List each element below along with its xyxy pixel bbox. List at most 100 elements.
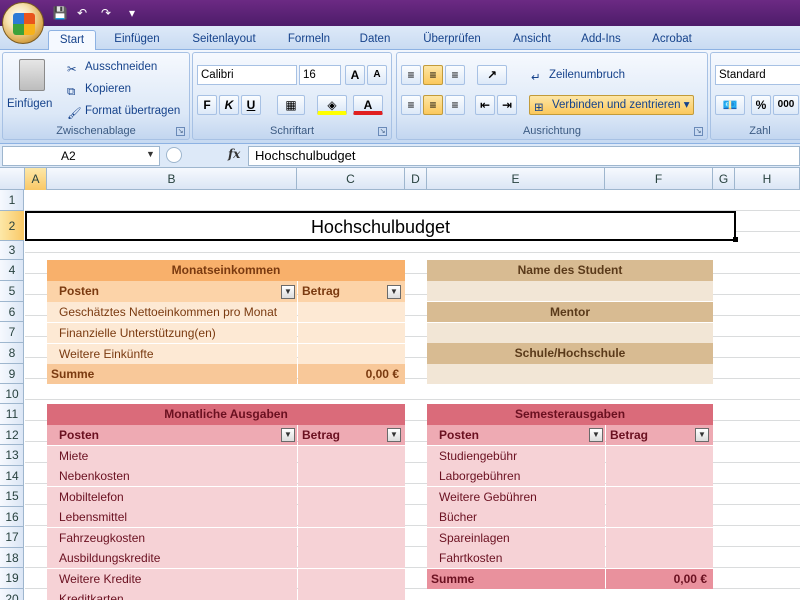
font-name-select[interactable]: Calibri [197,65,297,85]
monthly-col-item[interactable]: Posten [47,425,297,445]
income-amount[interactable] [298,302,405,322]
income-total-value[interactable]: 0,00 € [298,364,405,384]
column-header-h[interactable]: H [735,168,800,190]
paste-button[interactable]: Einfügen [7,95,52,113]
row-header[interactable]: 13 [0,445,24,466]
monthly-item[interactable]: Kreditkarten [47,589,297,600]
monthly-amount[interactable] [298,446,405,466]
income-item[interactable]: Weitere Einkünfte [47,344,297,364]
row-header[interactable]: 18 [0,548,24,568]
monthly-amount[interactable] [298,466,405,486]
fill-handle[interactable] [733,237,738,242]
column-header-g[interactable]: G [713,168,735,190]
income-total-label[interactable]: Summe [47,364,297,384]
merge-center-button[interactable]: ⊞ Verbinden und zentrieren ▾ [529,95,695,115]
semester-item[interactable]: Bücher [427,507,605,527]
row-header[interactable]: 17 [0,527,24,548]
row-header[interactable]: 19 [0,568,24,589]
office-button[interactable] [2,2,44,44]
filter-dropdown-icon[interactable]: ▼ [695,428,709,442]
tab-formeln[interactable]: Formeln [280,30,338,50]
row-header[interactable]: 12 [0,425,24,445]
cut-button[interactable]: ✂ Ausschneiden [67,58,157,76]
row-header[interactable]: 8 [0,343,24,364]
filter-dropdown-icon[interactable]: ▼ [281,285,295,299]
column-header-b[interactable]: B [47,168,297,190]
monthly-amount[interactable] [298,548,405,568]
income-col-item[interactable]: Posten [47,281,297,302]
name-box-dropdown-icon[interactable]: ▼ [146,149,155,159]
semester-item[interactable]: Fahrtkosten [427,548,605,568]
filter-dropdown-icon[interactable]: ▼ [589,428,603,442]
row-header[interactable]: 15 [0,486,24,507]
format-painter-button[interactable]: 🖌 Format übertragen [67,102,180,120]
row-header[interactable]: 11 [0,404,24,425]
monthly-item[interactable]: Miete [47,446,297,466]
semester-item[interactable]: Laborgebühren [427,466,605,486]
row-header[interactable]: 2 [0,211,24,241]
font-size-select[interactable]: 16 [299,65,341,85]
wrap-text-button[interactable]: ↵ Zeilenumbruch [531,66,625,84]
align-middle-button[interactable]: ≡ [423,65,443,85]
income-item[interactable]: Geschätztes Nettoeinkommen pro Monat [47,302,297,322]
semester-amount[interactable] [606,507,713,527]
income-header[interactable]: Monatseinkommen [47,260,405,281]
align-left-button[interactable]: ≡ [401,95,421,115]
worksheet-grid[interactable]: Hochschulbudget Monatseinkommen Posten ▼… [25,190,800,600]
row-header[interactable]: 14 [0,466,24,486]
tab-add-ins[interactable]: Add-Ins [574,30,628,50]
customize-dropdown-icon[interactable]: ▾ [124,5,140,21]
grow-font-button[interactable]: A [345,65,365,85]
tab-acrobat[interactable]: Acrobat [642,30,702,50]
align-top-button[interactable]: ≡ [401,65,421,85]
thousands-button[interactable]: 000 [773,95,799,115]
filter-dropdown-icon[interactable]: ▼ [387,285,401,299]
insert-function-button[interactable]: fx [228,147,240,161]
semester-header[interactable]: Semesterausgaben [427,404,713,425]
semester-amount[interactable] [606,466,713,486]
underline-button[interactable]: U [241,95,261,115]
monthly-amount[interactable] [298,569,405,589]
income-amount[interactable] [298,323,405,343]
borders-button[interactable]: ▦ [277,95,305,115]
sheet-title-cell[interactable]: Hochschulbudget [25,211,736,241]
semester-item[interactable]: Spareinlagen [427,528,605,548]
row-header[interactable]: 5 [0,281,24,302]
fill-color-button[interactable]: ◈ [317,95,347,115]
column-header-d[interactable]: D [405,168,427,190]
row-header[interactable]: 3 [0,241,24,260]
monthly-header[interactable]: Monatliche Ausgaben [47,404,405,425]
filter-dropdown-icon[interactable]: ▼ [387,428,401,442]
income-item[interactable]: Finanzielle Unterstützung(en) [47,323,297,343]
semester-total-label[interactable]: Summe [427,569,605,589]
undo-icon[interactable]: ↶ [74,5,90,21]
student-name-field[interactable] [427,281,713,301]
italic-button[interactable]: K [219,95,239,115]
redo-icon[interactable]: ↷ [98,5,114,21]
paste-icon[interactable] [19,59,45,91]
save-icon[interactable]: 💾 [52,5,68,21]
semester-total-value[interactable]: 0,00 € [606,569,713,589]
row-header[interactable]: 6 [0,302,24,322]
income-amount[interactable] [298,344,405,364]
monthly-amount[interactable] [298,528,405,548]
column-header-a[interactable]: A [25,168,47,190]
monthly-amount[interactable] [298,507,405,527]
row-header[interactable]: 1 [0,190,24,211]
tab-daten[interactable]: Daten [352,30,398,50]
monthly-item[interactable]: Weitere Kredite [47,569,297,589]
tab-start[interactable]: Start [48,30,96,50]
tab-ueberpruefen[interactable]: Überprüfen [412,30,492,50]
column-header-e[interactable]: E [427,168,605,190]
monthly-item[interactable]: Nebenkosten [47,466,297,486]
percent-button[interactable]: % [751,95,771,115]
monthly-item[interactable]: Mobiltelefon [47,487,297,507]
column-header-f[interactable]: F [605,168,713,190]
bold-button[interactable]: F [197,95,217,115]
student-name-label[interactable]: Name des Student [427,260,713,281]
monthly-item[interactable]: Fahrzeugkosten [47,528,297,548]
mentor-label[interactable]: Mentor [427,302,713,322]
select-all-corner[interactable] [0,168,25,190]
dialog-launcher-icon[interactable]: ↘ [694,127,703,136]
monthly-item[interactable]: Lebensmittel [47,507,297,527]
